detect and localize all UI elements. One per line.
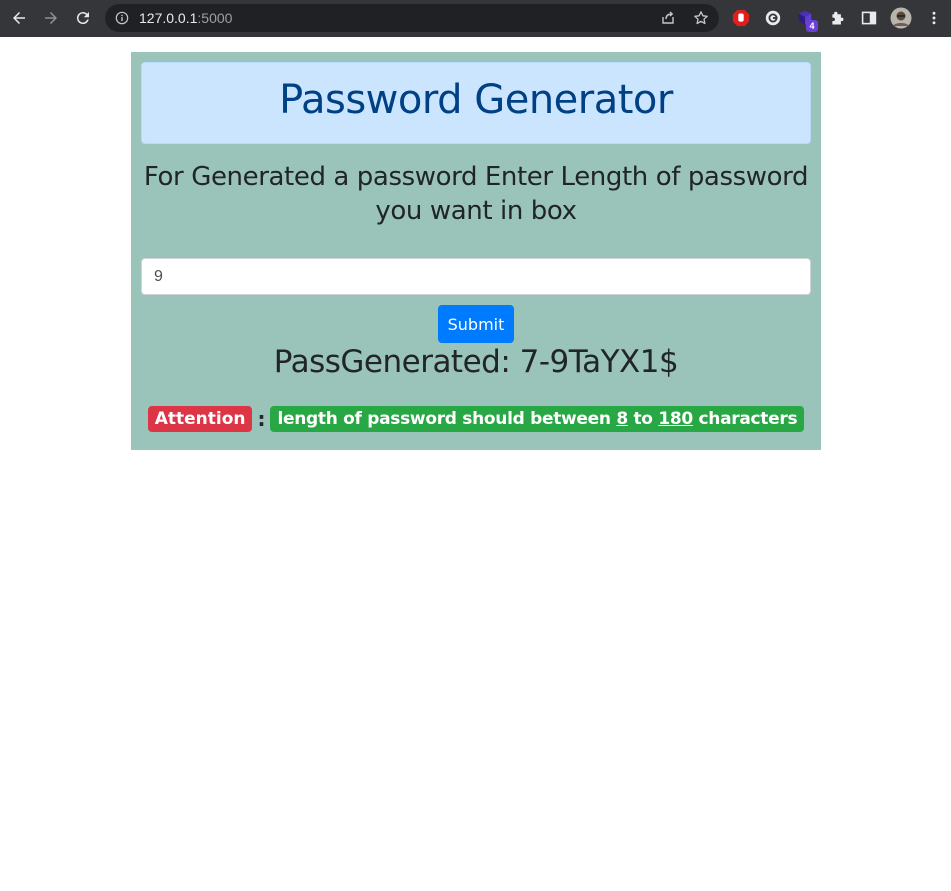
grammarly-icon[interactable] — [763, 8, 783, 28]
generator-card: Password Generator For Generated a passw… — [131, 52, 821, 450]
page-title: Password Generator — [279, 77, 673, 123]
result-value: 7-9TaYX1$ — [519, 344, 679, 380]
profile-avatar[interactable] — [890, 7, 912, 29]
title-banner: Password Generator — [141, 62, 811, 144]
adblock-icon[interactable] — [731, 8, 751, 28]
result-label: PassGenerated: — [273, 344, 520, 380]
submit-button[interactable]: Submit — [438, 305, 514, 343]
browser-toolbar: 127.0.0.1:5000 4 — [0, 0, 951, 37]
separator: : — [257, 407, 266, 431]
puzzle-icon[interactable] — [827, 8, 847, 28]
max-length: 180 — [658, 409, 693, 429]
instructions-text: For Generated a password Enter Length of… — [143, 162, 809, 226]
side-panel-icon[interactable] — [859, 8, 879, 28]
back-arrow-icon[interactable] — [7, 6, 31, 30]
share-icon[interactable] — [660, 10, 676, 26]
reload-icon[interactable] — [71, 6, 95, 30]
generated-password: PassGenerated: 7-9TaYX1$ — [131, 344, 821, 380]
info-icon[interactable] — [115, 11, 129, 25]
length-note-badge: length of password should between 8 to 1… — [270, 406, 805, 432]
attention-row: Attention: length of password should betw… — [131, 406, 821, 432]
address-bar[interactable]: 127.0.0.1:5000 — [105, 4, 719, 32]
min-length: 8 — [616, 409, 628, 429]
extension-badge: 4 — [806, 20, 818, 32]
kebab-menu-icon[interactable] — [924, 8, 944, 28]
url-text: 127.0.0.1:5000 — [139, 10, 233, 26]
star-icon[interactable] — [693, 10, 709, 26]
password-length-input[interactable] — [141, 258, 811, 295]
forward-arrow-icon[interactable] — [39, 6, 63, 30]
attention-badge: Attention — [147, 406, 253, 432]
